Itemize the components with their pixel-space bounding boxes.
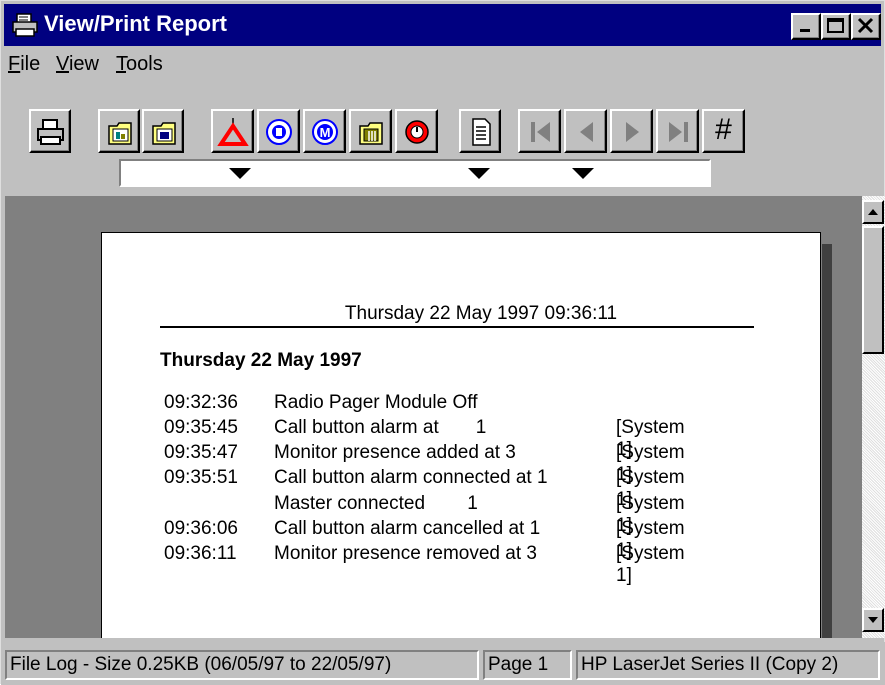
last-page-icon (669, 122, 688, 142)
report-header: Thursday 22 May 1997 09:36:11 (344, 303, 618, 324)
log-message: Monitor presence added at 3 (274, 442, 516, 463)
alarms-filter-button[interactable] (211, 109, 254, 153)
minimize-icon (800, 29, 810, 32)
first-page-icon (531, 122, 550, 142)
close-button[interactable] (851, 13, 881, 40)
status-printer: HP LaserJet Series II (Copy 2) (576, 650, 880, 680)
folder-icon (152, 122, 176, 145)
vertical-scrollbar[interactable] (862, 196, 885, 638)
next-page-button[interactable] (610, 109, 653, 153)
next-page-icon (626, 122, 639, 142)
log-message: Radio Pager Module Off (274, 392, 478, 413)
system-filter-button[interactable] (395, 109, 438, 153)
open-log-button[interactable] (98, 109, 140, 153)
document-icon (472, 118, 491, 146)
last-page-button[interactable] (656, 109, 699, 153)
maximize-icon (827, 18, 844, 33)
monitor-icon: M (312, 119, 338, 145)
menu-tools[interactable]: Tools (116, 53, 163, 76)
scroll-up-icon (868, 209, 878, 215)
log-time: 09:36:06 (164, 518, 238, 539)
log-message: Call button alarm connected at 1 (274, 467, 548, 488)
close-icon (857, 17, 874, 34)
menu-file[interactable]: File (8, 53, 40, 76)
log-system: [System 1] (616, 543, 685, 586)
radio-pager-icon (266, 119, 292, 145)
call-point-icon (359, 122, 383, 145)
stop-icon (405, 120, 429, 144)
status-bar: File Log - Size 0.25KB (06/05/97 to 22/0… (1, 642, 885, 685)
previous-page-button[interactable] (564, 109, 607, 153)
log-message: Call button alarm at 1 (274, 417, 487, 438)
scroll-up-button[interactable] (862, 200, 884, 224)
goto-page-icon: # (715, 113, 732, 146)
log-message: Master connected 1 (274, 493, 478, 514)
report-page: Thursday 22 May 1997 09:36:11 Thursday 2… (101, 232, 821, 638)
log-message: Call button alarm cancelled at 1 (274, 518, 541, 539)
printer-icon (37, 119, 64, 145)
radio-pager-filter-button[interactable] (257, 109, 300, 153)
scroll-down-icon (868, 617, 878, 623)
save-log-button[interactable] (142, 109, 184, 153)
printer-app-icon (12, 13, 38, 37)
status-page: Page 1 (483, 650, 572, 680)
log-message: Monitor presence removed at 3 (274, 543, 537, 564)
report-window: View/Print Report File View Tools M # Th… (0, 0, 885, 685)
first-page-button[interactable] (518, 109, 561, 153)
menu-view[interactable]: View (56, 53, 99, 76)
tab-stop-marker[interactable] (229, 168, 251, 179)
call-point-filter-button[interactable] (349, 109, 392, 153)
tab-stop-marker[interactable] (468, 168, 490, 179)
report-preview[interactable]: Thursday 22 May 1997 09:36:11 Thursday 2… (5, 196, 862, 638)
tab-ruler[interactable] (119, 159, 711, 187)
log-time: 09:32:36 (164, 392, 238, 413)
open-folder-icon (108, 122, 132, 145)
tab-stop-marker[interactable] (572, 168, 594, 179)
svg-text:M: M (320, 125, 331, 140)
prev-page-icon (580, 122, 593, 142)
window-title: View/Print Report (44, 11, 227, 36)
scroll-thumb[interactable] (862, 226, 884, 354)
log-time: 09:36:11 (164, 543, 237, 564)
page-setup-button[interactable] (459, 109, 501, 153)
print-button[interactable] (29, 109, 71, 153)
header-rule (160, 326, 754, 328)
log-time: 09:35:51 (164, 467, 238, 488)
maximize-button[interactable] (821, 13, 851, 40)
log-time: 09:35:45 (164, 417, 238, 438)
alarm-triangle-icon (217, 118, 249, 146)
goto-page-button[interactable]: # (702, 109, 745, 153)
minimize-button[interactable] (791, 13, 821, 40)
monitor-filter-button[interactable]: M (303, 109, 346, 153)
log-time: 09:35:47 (164, 442, 238, 463)
page-shadow (822, 244, 832, 638)
status-file-info: File Log - Size 0.25KB (06/05/97 to 22/0… (5, 650, 479, 680)
scroll-down-button[interactable] (862, 608, 884, 632)
date-heading: Thursday 22 May 1997 (160, 350, 362, 371)
title-bar[interactable]: View/Print Report (4, 4, 881, 46)
